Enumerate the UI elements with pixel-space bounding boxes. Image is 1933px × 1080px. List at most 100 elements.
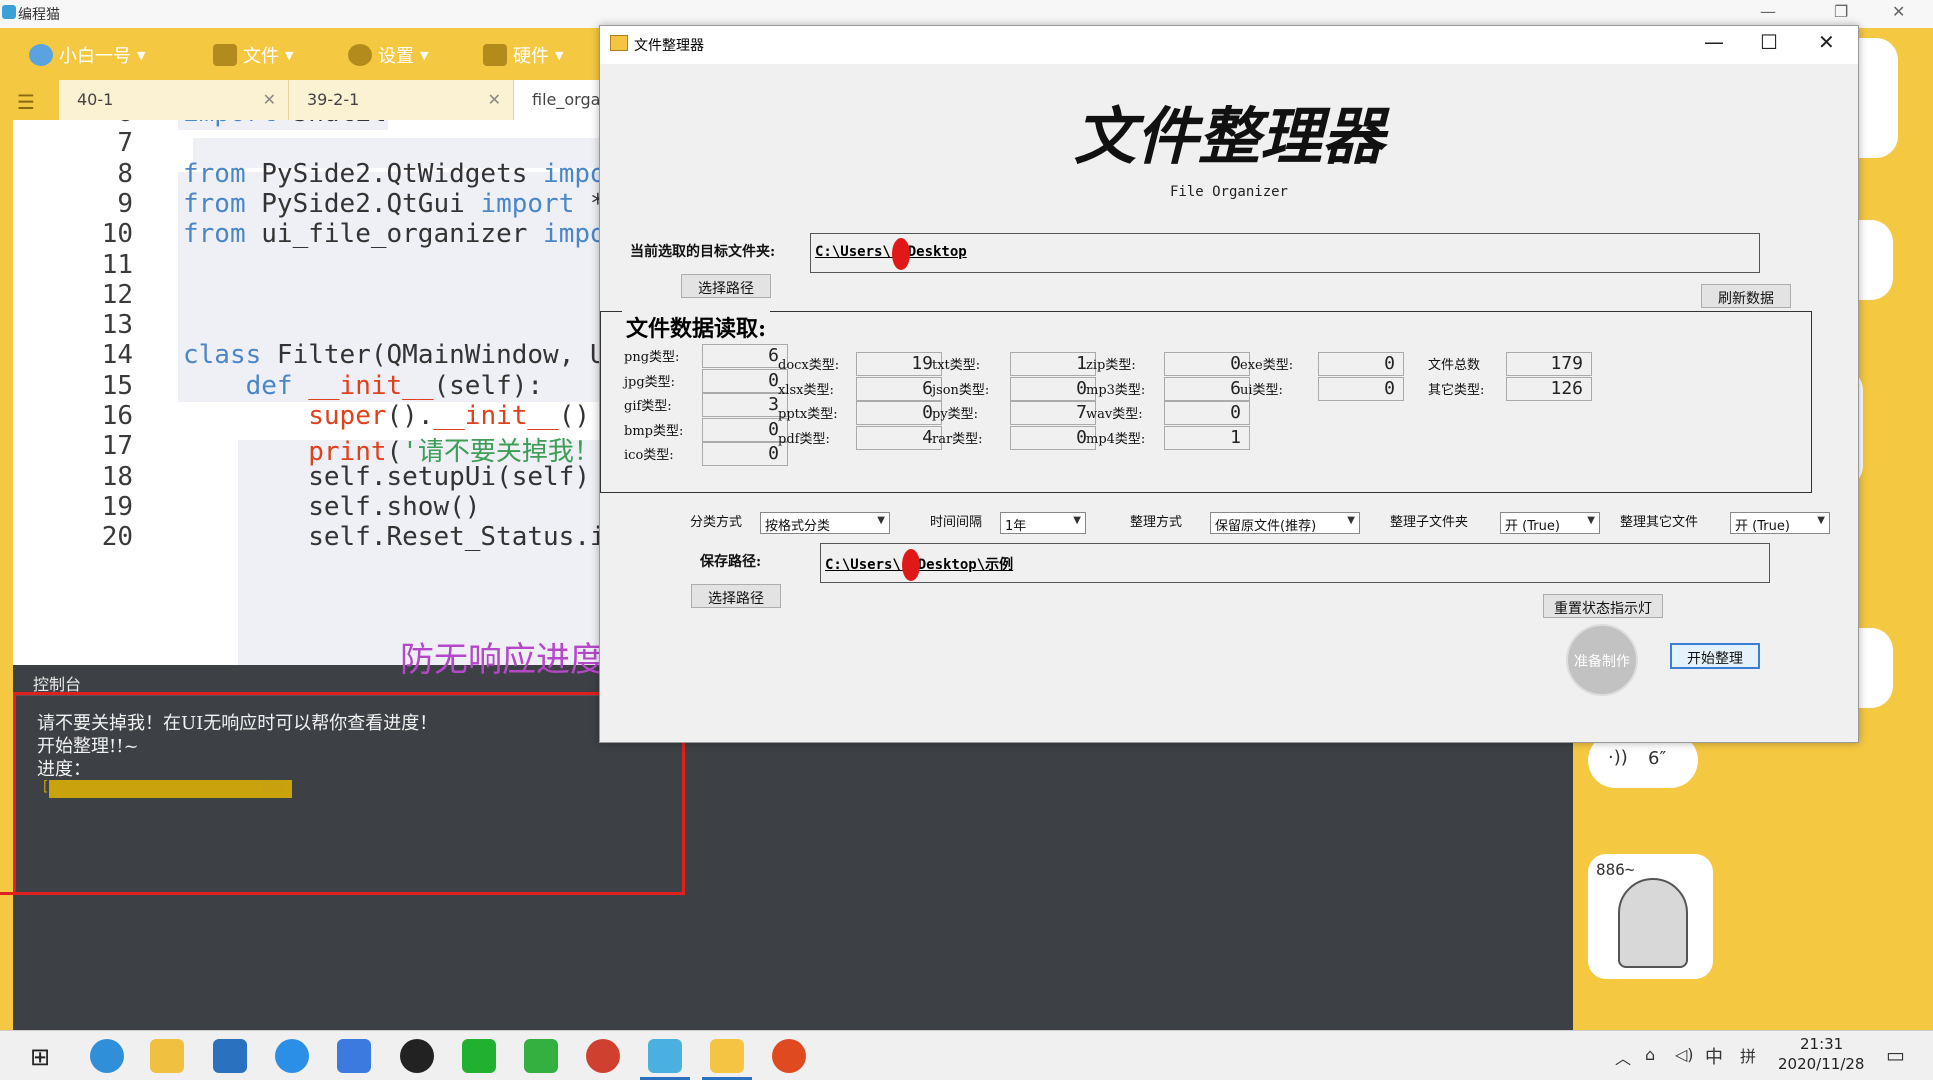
count-label: 其它类型: xyxy=(1428,382,1485,398)
kugou-icon[interactable] xyxy=(275,1039,309,1073)
code-line[interactable]: from PySide2.QtGui import * xyxy=(183,189,606,219)
qq-icon[interactable] xyxy=(400,1039,434,1073)
code-line[interactable]: super().__init__() xyxy=(183,401,590,431)
code-line[interactable]: import shutil xyxy=(183,120,387,128)
chevron-down-icon: ▼ xyxy=(420,48,429,62)
tab-40-1[interactable]: 40-1 ✕ xyxy=(59,80,289,120)
mode-value: 保留原文件(推荐) xyxy=(1215,519,1317,534)
codemao-icon[interactable] xyxy=(648,1039,682,1073)
start-button[interactable]: 开始整理 xyxy=(1670,643,1760,669)
tab-39-2-1[interactable]: 39-2-1 ✕ xyxy=(289,80,514,120)
count-label: exe类型: xyxy=(1240,358,1294,373)
line-number: 13 xyxy=(101,310,133,341)
count-value: 6 xyxy=(702,344,788,368)
file-organizer-taskbar-icon[interactable] xyxy=(710,1039,744,1073)
taskbar: ⊞ ︿ ⌂ ◁) 中 拼 21:31 2020/11/28 ▭ xyxy=(0,1030,1933,1080)
count-label: pptx类型: xyxy=(778,407,838,422)
sort-value: 按格式分类 xyxy=(765,519,831,534)
status-indicator: 准备制作 xyxy=(1566,624,1638,696)
code-line[interactable]: self.show() xyxy=(183,492,480,522)
file-tabs: ☰ 40-1 ✕ 39-2-1 ✕ file_organi xyxy=(13,80,634,120)
settings-menu[interactable]: 设置 ▼ xyxy=(348,42,428,68)
line-number: 20 xyxy=(101,522,133,553)
code-line[interactable]: self.Reset_Status.inc xyxy=(183,522,633,552)
clock-time[interactable]: 21:31 xyxy=(1800,1035,1843,1053)
subdir-select[interactable]: 开 (True) ▼ xyxy=(1500,512,1600,534)
window-close-icon[interactable]: ✕ xyxy=(1818,30,1835,54)
file-menu[interactable]: 文件 ▼ xyxy=(213,42,293,68)
code-editor[interactable]: 6 import shutil 78 from PySide2.QtWidgets i… xyxy=(13,120,633,665)
clock-date[interactable]: 2020/11/28 xyxy=(1778,1055,1864,1073)
code-line[interactable]: from PySide2.QtWidgets import xyxy=(183,159,633,189)
windows-start-icon[interactable]: ⊞ xyxy=(30,1043,50,1071)
photos-icon[interactable] xyxy=(213,1039,247,1073)
ime-mode[interactable]: 拼 xyxy=(1740,1043,1756,1067)
mode-select[interactable]: 保留原文件(推荐) ▼ xyxy=(1210,512,1360,534)
reset-led-button[interactable]: 重置状态指示灯 xyxy=(1543,594,1663,618)
count-value: 0 xyxy=(1318,352,1404,376)
chevron-down-icon: ▼ xyxy=(1817,515,1825,526)
code-line[interactable]: from ui_file_organizer import xyxy=(183,219,633,249)
refresh-button[interactable]: 刷新数据 xyxy=(1701,284,1791,308)
chevron-down-icon: ▼ xyxy=(137,48,146,62)
count-value: 179 xyxy=(1506,352,1592,376)
count-value: 126 xyxy=(1506,376,1592,401)
minimize-icon[interactable]: — xyxy=(1760,2,1776,21)
count-label: mp3类型: xyxy=(1086,382,1146,398)
restore-icon[interactable]: ❐ xyxy=(1834,2,1848,21)
sticker-message: 886~ xyxy=(1588,854,1713,979)
app-heading: 文件整理器 xyxy=(1073,100,1384,173)
explorer-icon[interactable] xyxy=(150,1039,184,1073)
hardware-menu[interactable]: 硬件 ▼ xyxy=(483,42,563,68)
count-value: 1 xyxy=(1164,425,1250,450)
wechat-icon[interactable] xyxy=(462,1039,496,1073)
redaction-mark xyxy=(902,549,920,581)
count-value: 0 xyxy=(702,417,788,442)
count-label: 文件总数 xyxy=(1428,358,1481,373)
notification-icon[interactable]: ▭ xyxy=(1886,1043,1905,1067)
network-icon[interactable]: ⌂ xyxy=(1645,1045,1655,1064)
choose-save-button[interactable]: 选择路径 xyxy=(691,584,781,608)
menu-icon[interactable]: ☰ xyxy=(17,90,35,114)
highlight-box xyxy=(13,692,685,895)
line-number: 12 xyxy=(101,279,133,310)
window-maximize-icon[interactable]: ☐ xyxy=(1760,30,1778,54)
other-select[interactable]: 开 (True) ▼ xyxy=(1730,512,1830,534)
game-icon[interactable] xyxy=(586,1039,620,1073)
count-label: xlsx类型: xyxy=(778,382,834,398)
close-icon[interactable]: ✕ xyxy=(1892,2,1905,21)
code-line[interactable]: def __init__(self): xyxy=(183,371,543,401)
window-minimize-icon[interactable]: — xyxy=(1704,30,1724,54)
interval-select[interactable]: 1年 ▼ xyxy=(1000,512,1086,534)
qc-icon[interactable] xyxy=(524,1039,558,1073)
line-number: 11 xyxy=(101,249,133,280)
count-label: json类型: xyxy=(932,382,990,398)
save-path: C:\Users\ \Desktop\示例 xyxy=(820,543,1770,583)
volume-icon[interactable]: ◁) xyxy=(1675,1045,1694,1064)
count-value: 6 xyxy=(856,376,942,401)
tool-icon[interactable] xyxy=(772,1039,806,1073)
tray-chevron-icon[interactable]: ︿ xyxy=(1615,1045,1631,1069)
wps-icon[interactable] xyxy=(337,1039,371,1073)
subdir-label: 整理子文件夹 xyxy=(1390,515,1469,530)
code-line[interactable]: self.setupUi(self) xyxy=(183,462,590,492)
chevron-down-icon: ▼ xyxy=(285,48,294,62)
ime-indicator[interactable]: 中 xyxy=(1705,1043,1723,1069)
code-line[interactable]: class Filter(QMainWindow, Ui_ xyxy=(183,340,633,370)
chevron-down-icon: ▼ xyxy=(1347,515,1355,526)
line-number: 6 xyxy=(13,120,133,128)
chevron-down-icon: ▼ xyxy=(1587,515,1595,526)
user-menu[interactable]: 小白一号 ▼ xyxy=(29,42,145,68)
sort-select[interactable]: 按格式分类 ▼ xyxy=(760,512,890,534)
count-label: rar类型: xyxy=(932,431,983,447)
count-label: wav类型: xyxy=(1086,407,1143,422)
choose-target-button[interactable]: 选择路径 xyxy=(681,274,771,298)
close-tab-icon[interactable]: ✕ xyxy=(488,90,501,109)
edge-icon[interactable] xyxy=(90,1039,124,1073)
count-label: pdf类型: xyxy=(778,431,830,447)
close-tab-icon[interactable]: ✕ xyxy=(263,90,276,109)
sticker-text: 886~ xyxy=(1596,860,1635,879)
count-value: 0 xyxy=(702,442,788,466)
line-number: 8 xyxy=(117,158,133,189)
tab-label: 40-1 xyxy=(77,90,114,109)
